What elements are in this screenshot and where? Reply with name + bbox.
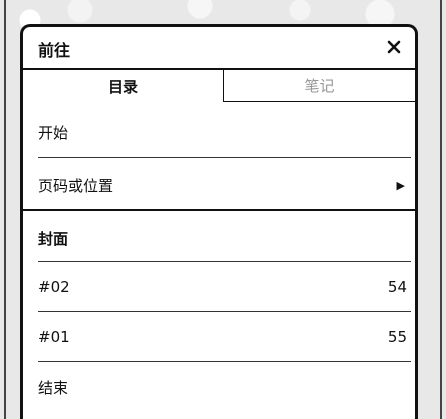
toc-item-01[interactable]: #01 55 bbox=[38, 312, 413, 362]
toc-item-label: #01 bbox=[38, 328, 70, 346]
nav-item-page-or-location[interactable]: 页码或位置 ▶ bbox=[38, 160, 413, 210]
nav-item-start[interactable]: 开始 bbox=[38, 107, 413, 157]
toc-item-cover[interactable]: 封面 bbox=[38, 213, 413, 263]
close-button[interactable] bbox=[381, 34, 407, 60]
tab-bar: 目录 笔记 bbox=[23, 70, 415, 102]
dialog-title: 前往 bbox=[38, 41, 71, 60]
dialog-header: 前往 bbox=[23, 27, 415, 70]
nav-item-page-label: 页码或位置 bbox=[38, 176, 114, 195]
divider bbox=[38, 157, 411, 158]
toc-item-page: 55 bbox=[387, 328, 407, 346]
background-edge-right bbox=[440, 0, 442, 419]
toc-item-label: #02 bbox=[38, 278, 70, 296]
tab-notes[interactable]: 笔记 bbox=[223, 70, 415, 102]
section-divider bbox=[23, 209, 415, 211]
toc-item-02[interactable]: #02 54 bbox=[38, 262, 413, 312]
toc-item-label: 封面 bbox=[38, 229, 69, 248]
close-icon bbox=[387, 40, 401, 54]
nav-item-start-label: 开始 bbox=[38, 123, 69, 142]
chevron-right-icon: ▶ bbox=[396, 178, 405, 192]
background-edge-left bbox=[4, 0, 6, 419]
toc-item-end[interactable]: 结束 bbox=[38, 362, 413, 412]
goto-dialog: 前往 目录 笔记 开始 页码或位置 ▶ 封面 #02 54 #01 55 结束 bbox=[20, 24, 418, 419]
toc-item-label: 结束 bbox=[38, 378, 69, 397]
tab-contents[interactable]: 目录 bbox=[23, 70, 223, 102]
toc-item-page: 54 bbox=[387, 278, 407, 296]
